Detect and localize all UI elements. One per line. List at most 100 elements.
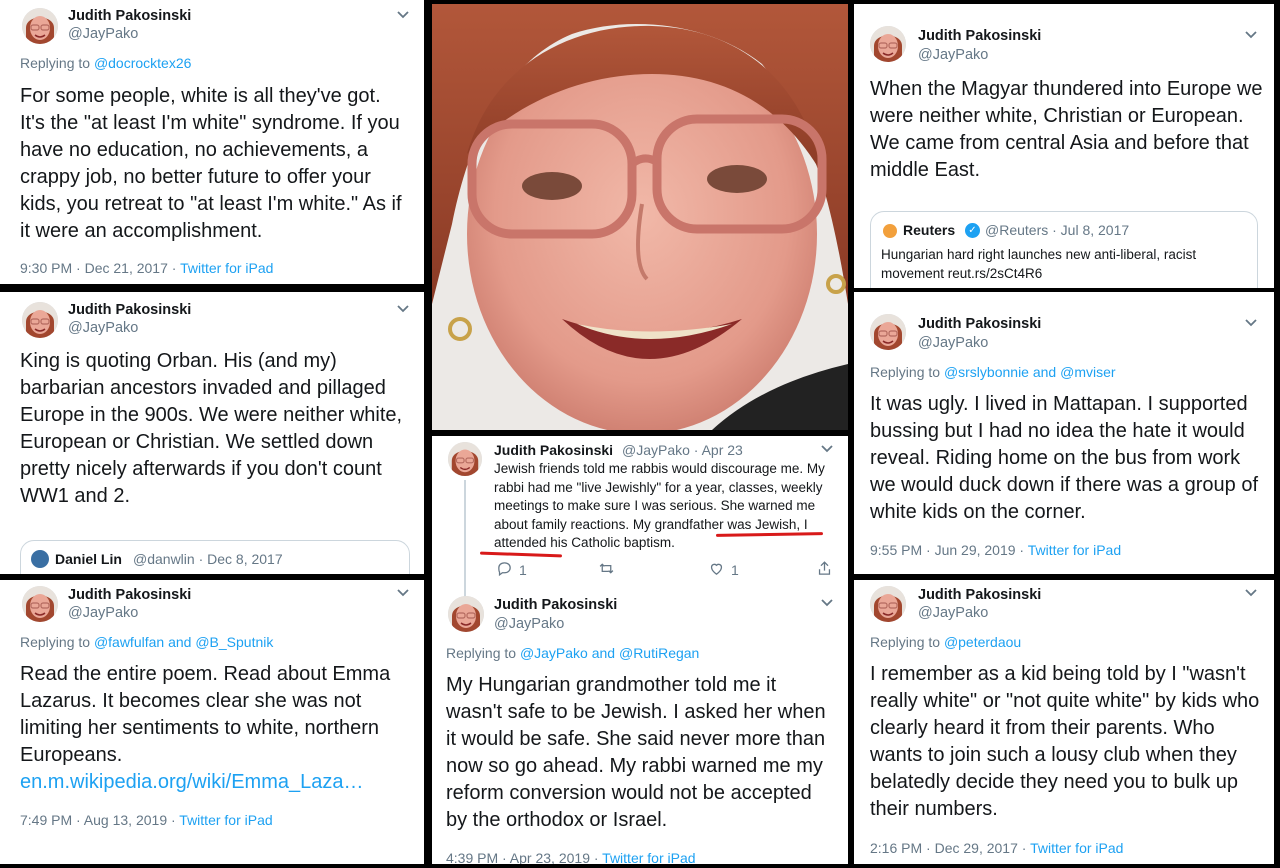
share-icon <box>816 560 833 580</box>
quoted-tweet[interactable]: Reuters ✓ @Reuters · Jul 8, 2017 Hungari… <box>870 211 1258 288</box>
reply-mention[interactable]: @fawfulfan and @B_Sputnik <box>94 634 273 650</box>
chevron-down-icon[interactable] <box>1244 318 1258 328</box>
author-name[interactable]: Judith Pakosinski <box>494 442 613 458</box>
profile-photo <box>432 4 848 430</box>
tweet-card-3[interactable]: Judith Pakosinski @JayPako Replying to @… <box>0 580 424 864</box>
avatar[interactable] <box>448 596 484 632</box>
source-link[interactable]: Twitter for iPad <box>602 850 695 864</box>
timestamp[interactable]: 7:49 PM · Aug 13, 2019 · <box>20 812 179 828</box>
timestamp[interactable]: 9:30 PM · Dec 21, 2017 · <box>20 260 180 276</box>
reply-mention[interactable]: @docrocktex26 <box>94 55 191 71</box>
reuters-logo <box>883 224 897 238</box>
quote-author-handle[interactable]: @danwlin · Dec 8, 2017 <box>133 551 283 567</box>
author-handle[interactable]: @JayPako <box>68 605 138 621</box>
chevron-down-icon[interactable] <box>396 304 410 314</box>
chevron-down-icon[interactable] <box>820 444 834 454</box>
reply-icon <box>496 560 513 580</box>
tweet-card-6[interactable]: Judith Pakosinski @JayPako Replying to @… <box>854 580 1274 864</box>
portrait-image <box>432 4 848 430</box>
chevron-down-icon[interactable] <box>820 598 834 608</box>
reply-mention[interactable]: @peterdaou <box>944 634 1021 650</box>
avatar[interactable] <box>22 302 58 338</box>
reply-mention[interactable]: @srslybonnie and @mviser <box>944 364 1116 380</box>
reply-context: Replying to @docrocktex26 <box>20 55 191 71</box>
tweet-text: King is quoting Orban. His (and my) barb… <box>20 350 403 507</box>
timestamp[interactable]: 9:55 PM · Jun 29, 2019 · <box>870 542 1028 558</box>
avatar[interactable] <box>22 586 58 622</box>
tweet-meta: 7:49 PM · Aug 13, 2019 · Twitter for iPa… <box>20 812 273 828</box>
tweet-meta: 2:16 PM · Dec 29, 2017 · Twitter for iPa… <box>870 840 1123 856</box>
reply-prefix: Replying to <box>446 645 517 661</box>
tweet-card-7[interactable]: Judith Pakosinski @JayPako · Apr 23 Jewi… <box>432 436 848 864</box>
quote-text: Hungarian hard right launches new anti-l… <box>881 247 1197 281</box>
reply-prefix: Replying to <box>870 634 941 650</box>
tweet-card-5[interactable]: Judith Pakosinski @JayPako Replying to @… <box>854 292 1274 574</box>
author-handle[interactable]: @JayPako <box>918 47 988 63</box>
tweet-meta: 4:39 PM · Apr 23, 2019 · Twitter for iPa… <box>446 850 696 864</box>
tweet-text: For some people, white is all they've go… <box>20 85 402 242</box>
tweet-text: I remember as a kid being told by I "was… <box>870 663 1260 820</box>
author-name[interactable]: Judith Pakosinski <box>494 597 617 613</box>
tweet-text: Jewish friends told me rabbis would disc… <box>494 461 825 550</box>
reply-context: Replying to @fawfulfan and @B_Sputnik <box>20 634 273 650</box>
chevron-down-icon[interactable] <box>396 10 410 20</box>
quoted-tweet[interactable]: Daniel Lin @danwlin · Dec 8, 2017 <box>20 540 410 574</box>
author-name[interactable]: Judith Pakosinski <box>68 587 191 603</box>
author-name[interactable]: Judith Pakosinski <box>68 8 191 24</box>
reply-prefix: Replying to <box>20 55 91 71</box>
source-link[interactable]: Twitter for iPad <box>180 260 273 276</box>
tweet-card-4[interactable]: Judith Pakosinski @JayPako When the Magy… <box>854 4 1274 288</box>
reply-context: Replying to @srslybonnie and @mviser <box>870 364 1116 380</box>
tweet-meta: 9:30 PM · Dec 21, 2017 · Twitter for iPa… <box>20 260 273 276</box>
author-handle[interactable]: @JayPako <box>918 335 988 351</box>
author-handle[interactable]: @JayPako <box>68 320 138 336</box>
reply-prefix: Replying to <box>20 634 91 650</box>
reply-count: 1 <box>519 562 527 578</box>
author-name[interactable]: Judith Pakosinski <box>918 28 1041 44</box>
chevron-down-icon[interactable] <box>1244 30 1258 40</box>
quote-author-name[interactable]: Daniel Lin <box>55 551 122 567</box>
quote-avatar <box>31 550 49 568</box>
like-icon <box>708 560 725 580</box>
reply-context: Replying to @JayPako and @RutiRegan <box>446 645 699 661</box>
tweet-text-main: Read the entire poem. Read about Emma La… <box>20 663 391 766</box>
reply-action[interactable]: 1 <box>496 560 527 580</box>
author-handle[interactable]: @JayPako <box>494 616 564 632</box>
reply-context: Replying to @peterdaou <box>870 634 1021 650</box>
wikipedia-link[interactable]: en.m.wikipedia.org/wiki/Emma_Laza… <box>20 771 363 793</box>
retweet-icon <box>598 560 615 580</box>
tweet-text: When the Magyar thundered into Europe we… <box>870 78 1263 181</box>
like-action[interactable]: 1 <box>708 560 739 580</box>
author-name[interactable]: Judith Pakosinski <box>68 302 191 318</box>
retweet-action[interactable] <box>598 560 615 580</box>
quote-author-handle[interactable]: @Reuters · Jul 8, 2017 <box>985 222 1129 238</box>
avatar[interactable] <box>22 8 58 44</box>
author-handle-date[interactable]: @JayPako · Apr 23 <box>622 442 743 458</box>
tweet-meta: 9:55 PM · Jun 29, 2019 · Twitter for iPa… <box>870 542 1121 558</box>
source-link[interactable]: Twitter for iPad <box>1028 542 1121 558</box>
share-action[interactable] <box>816 560 833 580</box>
tweet-card-1[interactable]: Judith Pakosinski @JayPako Replying to @… <box>0 0 424 284</box>
quote-author-name[interactable]: Reuters <box>903 222 955 238</box>
tweet-card-2[interactable]: Judith Pakosinski @JayPako King is quoti… <box>0 292 424 574</box>
avatar[interactable] <box>448 442 482 476</box>
tweet-text: Read the entire poem. Read about Emma La… <box>20 661 405 796</box>
author-handle[interactable]: @JayPako <box>918 605 988 621</box>
timestamp[interactable]: 2:16 PM · Dec 29, 2017 · <box>870 840 1030 856</box>
tweet-text: My Hungarian grandmother told me it wasn… <box>446 674 826 831</box>
author-handle[interactable]: @JayPako <box>68 26 138 42</box>
author-name[interactable]: Judith Pakosinski <box>918 316 1041 332</box>
avatar[interactable] <box>870 314 906 350</box>
reply-prefix: Replying to <box>870 364 941 380</box>
verified-icon: ✓ <box>965 223 980 238</box>
chevron-down-icon[interactable] <box>396 588 410 598</box>
author-name[interactable]: Judith Pakosinski <box>918 587 1041 603</box>
timestamp[interactable]: 4:39 PM · Apr 23, 2019 · <box>446 850 602 864</box>
like-count: 1 <box>731 562 739 578</box>
avatar[interactable] <box>870 586 906 622</box>
source-link[interactable]: Twitter for iPad <box>179 812 272 828</box>
reply-mention[interactable]: @JayPako and @RutiRegan <box>520 645 699 661</box>
chevron-down-icon[interactable] <box>1244 588 1258 598</box>
source-link[interactable]: Twitter for iPad <box>1030 840 1123 856</box>
avatar[interactable] <box>870 26 906 62</box>
